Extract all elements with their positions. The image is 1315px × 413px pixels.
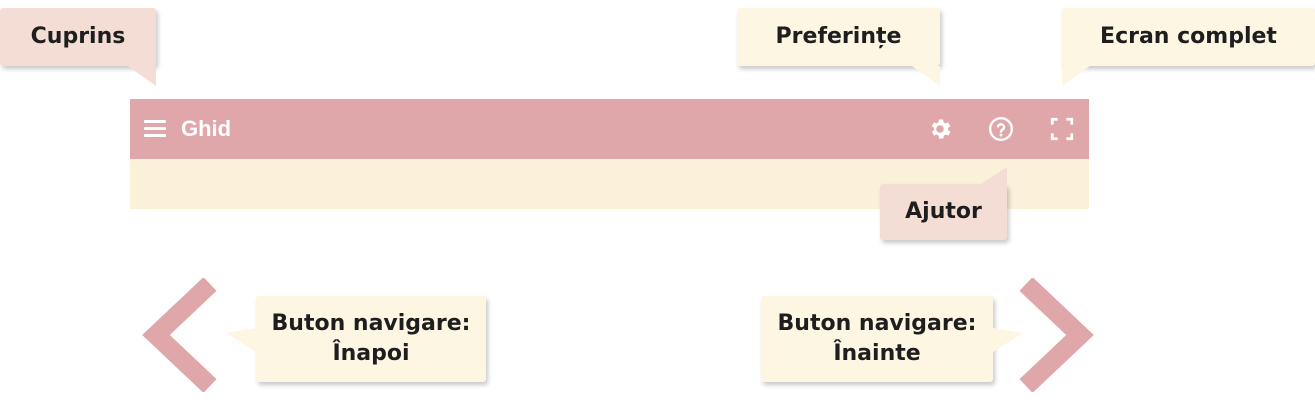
callout-forward: Buton navigare: Înainte bbox=[761, 296, 1023, 382]
callout-forward-line2: Înainte bbox=[833, 341, 921, 366]
toolbar-title: Ghid bbox=[181, 116, 232, 141]
callout-tail bbox=[1062, 66, 1090, 86]
fullscreen-icon[interactable] bbox=[1049, 116, 1075, 142]
callout-tail bbox=[981, 167, 1007, 184]
help-icon[interactable] bbox=[988, 116, 1014, 142]
gear-icon[interactable] bbox=[927, 116, 953, 142]
callout-help-label: Ajutor bbox=[905, 199, 982, 224]
forward-arrow-icon[interactable] bbox=[1014, 278, 1094, 392]
callout-preferences: Preferințe bbox=[737, 8, 940, 86]
callout-back-line1: Buton navigare: bbox=[271, 311, 471, 336]
callout-tail bbox=[128, 66, 156, 86]
back-arrow-icon[interactable] bbox=[142, 278, 222, 392]
callout-fullscreen: Ecran complet bbox=[1062, 8, 1315, 86]
callout-fullscreen-label: Ecran complet bbox=[1100, 24, 1277, 49]
app-toolbar: Ghid bbox=[130, 99, 1089, 159]
callout-forward-line1: Buton navigare: bbox=[777, 311, 977, 336]
callout-contents: Cuprins bbox=[0, 8, 156, 86]
callout-contents-label: Cuprins bbox=[30, 24, 126, 49]
callout-preferences-label: Preferințe bbox=[775, 24, 902, 49]
callout-back-line2: Înapoi bbox=[332, 341, 410, 366]
callout-help: Ajutor bbox=[880, 167, 1007, 240]
callout-tail bbox=[226, 328, 256, 352]
menu-icon[interactable] bbox=[144, 120, 166, 138]
callout-back: Buton navigare: Înapoi bbox=[226, 296, 486, 382]
callout-tail bbox=[912, 66, 940, 86]
